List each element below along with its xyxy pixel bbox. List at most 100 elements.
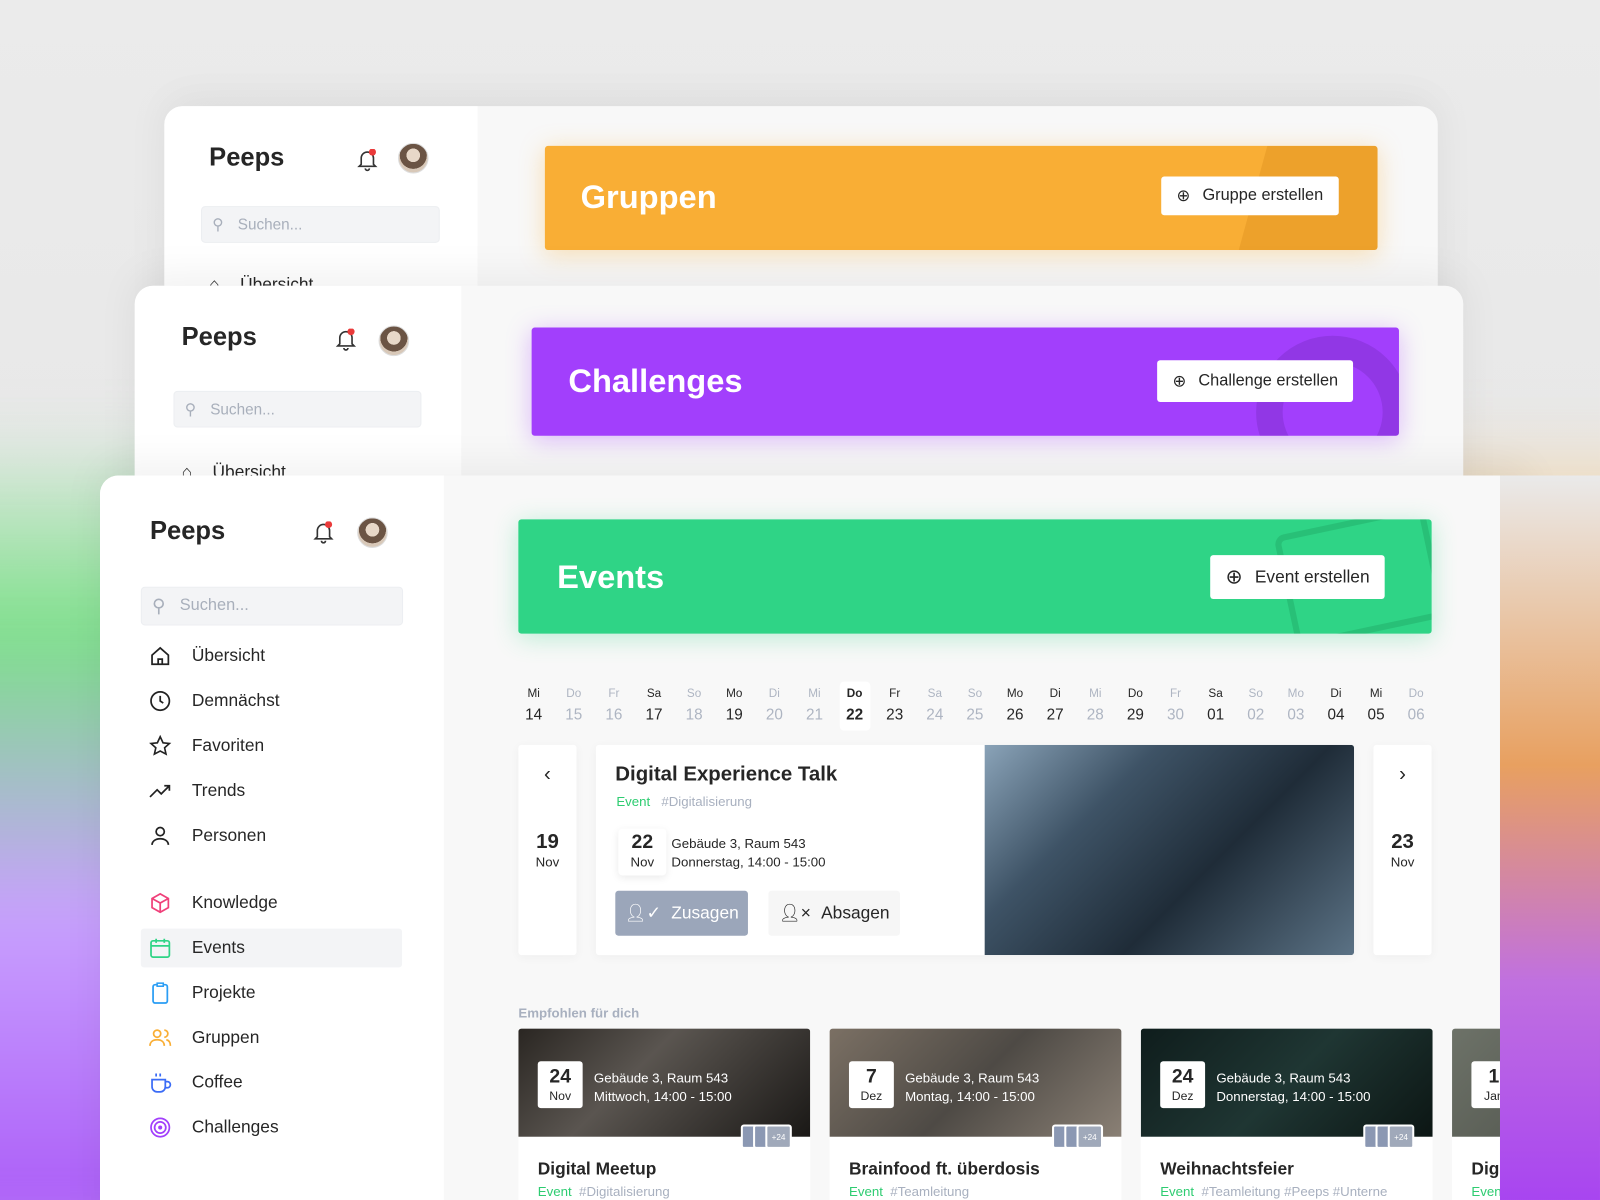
event-tag[interactable]: #Digitalisierung [661,794,752,809]
create-group-button[interactable]: ⊕ Gruppe erstellen [1161,176,1339,216]
next-day: 23 [1391,830,1414,854]
weekday: So [686,687,702,700]
weekday: Mi [808,687,821,700]
event-date: 7 Dez [848,1061,894,1109]
date-item[interactable]: Fr 30 [1160,682,1191,731]
date-item[interactable]: Mi 14 [518,682,549,731]
featured-event-card[interactable]: Digital Experience Talk Event #Digitalis… [595,744,1355,956]
event-location: Gebäude 3, Raum 543 [1216,1070,1351,1086]
date-item[interactable]: So 25 [960,682,991,731]
page-title: Challenges [568,362,743,399]
date-item[interactable]: Mo 19 [719,682,750,731]
date-item[interactable]: Fr 16 [599,682,630,731]
accept-button[interactable]: 👤︎✓ Zusagen [615,890,748,936]
date-item[interactable]: Di 27 [1040,682,1071,731]
create-challenge-button[interactable]: ⊕ Challenge erstellen [1157,360,1354,403]
sidebar-item-projekte[interactable]: Projekte [141,973,402,1012]
avatar[interactable] [357,517,388,548]
bell-icon[interactable] [357,148,378,172]
search-input[interactable]: ⚲ Suchen... [173,390,422,428]
sidebar-item-label: Personen [191,825,267,845]
sidebar-item-knowledge[interactable]: Knowledge [141,884,402,923]
weekday: So [1248,687,1263,700]
recommended-event-card[interactable]: 24 Nov Gebäude 3, Raum 543 Mittwoch, 14:00 … [518,1028,811,1200]
avatar[interactable] [378,325,410,357]
previous-event-button[interactable]: ‹ 19 Nov [518,744,577,956]
sidebar-item-trends[interactable]: Trends [141,771,402,810]
sidebar-item-personen[interactable]: Personen [141,816,402,855]
weekday: Sa [927,687,942,700]
next-event-button[interactable]: › 23 Nov [1373,744,1432,956]
date-item[interactable]: Do 06 [1401,682,1432,731]
weekday: Mi [1089,687,1102,700]
sidebar-item-events[interactable]: Events [140,928,403,968]
sidebar-item-demnchst[interactable]: Demnächst [141,682,402,721]
recommended-event-card[interactable]: 24 Dez Gebäude 3, Raum 543 Donnerstag, 14:0… [1140,1028,1433,1200]
weekday: Do [846,687,863,700]
weekday: Sa [1208,687,1223,700]
date-item[interactable]: Do 29 [1120,682,1151,731]
date-item[interactable]: Sa 24 [920,682,951,731]
date-item[interactable]: Mo 03 [1281,682,1312,731]
day-number: 28 [1086,706,1104,724]
day-number: 19 [725,706,743,724]
chevron-right-icon: › [1399,763,1406,786]
event-date: 22 Nov [618,828,667,876]
event-time: Donnerstag, 14:00 - 15:00 [671,854,826,870]
date-item[interactable]: Sa 17 [639,682,670,731]
search-input[interactable]: ⚲ Suchen... [140,586,404,626]
weekday: So [967,687,983,700]
event-date: 24 Nov [537,1061,583,1109]
sidebar-item-coffee[interactable]: Coffee [141,1063,402,1102]
attendee-avatars[interactable]: +24 [1052,1124,1104,1149]
recommended-event-card[interactable]: 7 Dez Gebäude 3, Raum 543 Montag, 14:00 - 1… [829,1028,1122,1200]
challenges-banner: Challenges ⊕ Challenge erstellen [531,327,1399,436]
avatar[interactable] [397,142,429,174]
create-event-button[interactable]: ⊕ Event erstellen [1210,555,1385,599]
page-title: Events [557,558,665,595]
date-item[interactable]: Fr 23 [879,682,910,731]
plus-circle-icon: ⊕ [1225,566,1243,589]
event-time: Donnerstag, 14:00 - 15:00 [1216,1088,1371,1105]
date-item[interactable]: So 18 [679,682,710,731]
date-item[interactable]: Mi 28 [1080,682,1111,731]
date-item[interactable]: Mo 26 [1000,682,1031,731]
sidebar-item-gruppen[interactable]: Gruppen [141,1018,402,1057]
attendee-avatars[interactable]: +24 [1363,1124,1415,1149]
date-item[interactable]: Di 04 [1321,682,1352,731]
date-item[interactable]: Mi 05 [1361,682,1392,731]
event-photo [984,744,1355,956]
sidebar-item-favoriten[interactable]: Favoriten [141,727,402,766]
day-number: 02 [1247,706,1265,724]
date-item[interactable]: Do 15 [558,682,589,731]
day-number: 20 [765,706,783,724]
day-number: 01 [1207,706,1225,724]
decline-button[interactable]: 👤︎× Absagen [768,890,900,936]
weekday: Do [1408,687,1424,700]
clock-icon [150,690,171,712]
search-input[interactable]: ⚲ Suchen... [201,206,440,243]
plus-circle-icon: ⊕ [1176,187,1191,206]
event-type: Event [848,1183,883,1199]
day-number: 03 [1287,706,1305,724]
sidebar-item-challenges[interactable]: Challenges [141,1108,402,1147]
attendee-avatars[interactable]: +24 [740,1124,792,1149]
sidebar-item-label: Übersicht [191,645,266,666]
weekday: Fr [889,687,901,700]
date-item[interactable]: Sa 01 [1200,682,1231,731]
bell-icon[interactable] [335,328,357,351]
weekday: Mo [726,687,743,700]
next-month: Nov [1390,854,1415,870]
plus-circle-icon: ⊕ [1172,372,1187,391]
date-item[interactable]: Do 22 [839,681,870,731]
chevron-left-icon: ‹ [544,763,551,786]
day-number: 04 [1327,706,1345,724]
event-title: Weihnachtsfeier [1160,1159,1294,1179]
sidebar-item-bersicht[interactable]: Übersicht [141,637,402,676]
attendee-count: +24 [1076,1124,1104,1149]
user-check-icon: 👤︎✓ [624,903,662,923]
bell-icon[interactable] [313,521,334,544]
date-item[interactable]: So 02 [1240,682,1271,731]
date-item[interactable]: Di 20 [759,682,790,731]
date-item[interactable]: Mi 21 [799,682,830,731]
